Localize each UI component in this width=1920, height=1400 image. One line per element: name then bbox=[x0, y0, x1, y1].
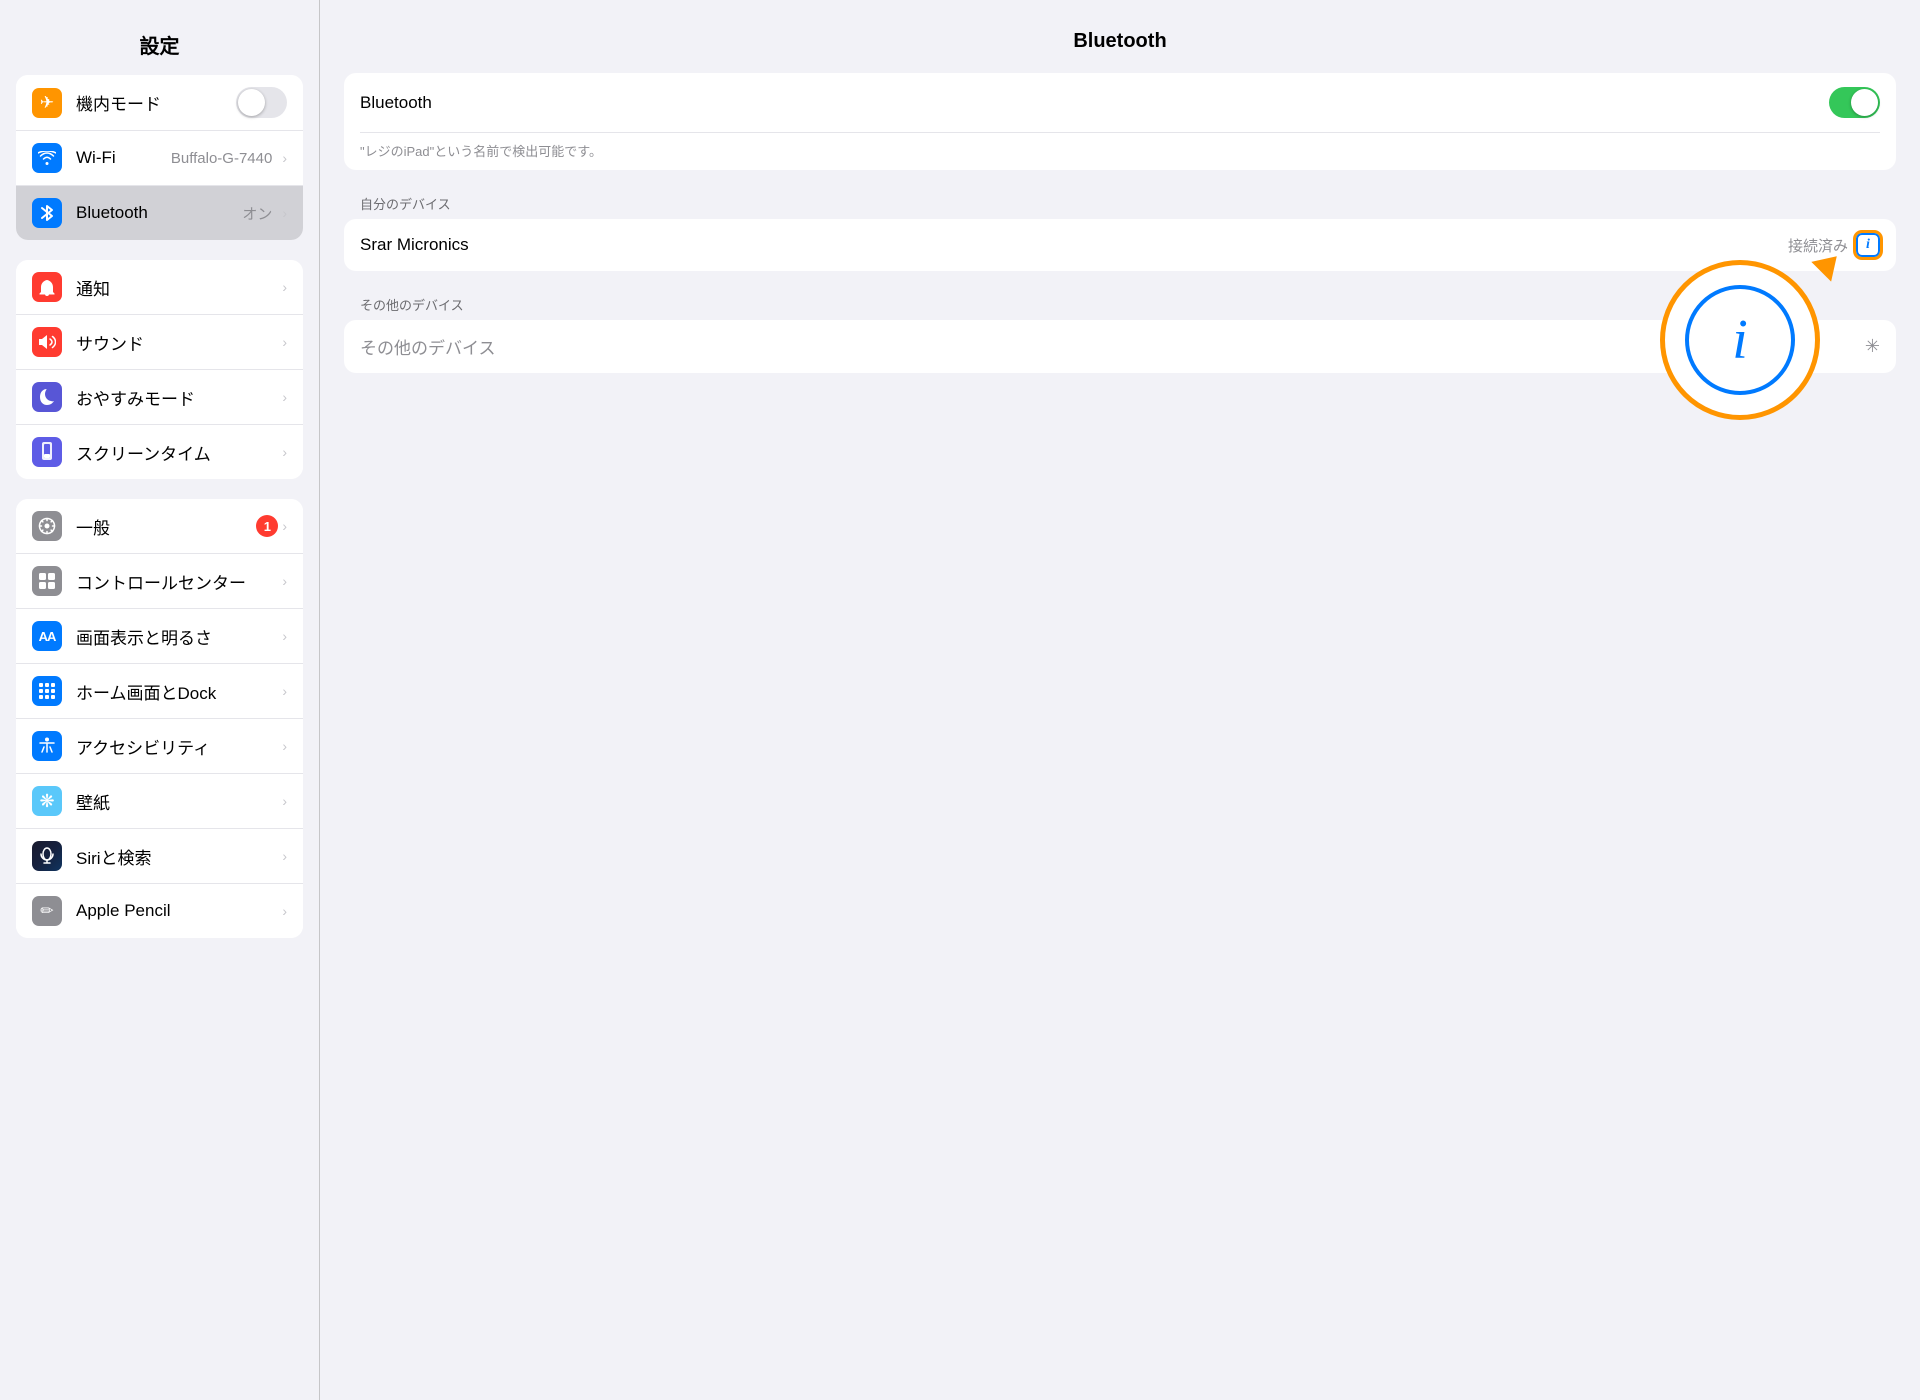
accessibility-icon bbox=[32, 731, 62, 761]
device-status: 接続済み bbox=[1788, 235, 1848, 256]
notifications-label: 通知 bbox=[76, 275, 278, 300]
sidebar-item-siri[interactable]: Siriと検索 › bbox=[16, 829, 303, 884]
applepencil-label: Apple Pencil bbox=[76, 901, 278, 921]
siri-chevron: › bbox=[282, 848, 287, 864]
main-title: Bluetooth bbox=[320, 20, 1920, 73]
sidebar-item-homescreen[interactable]: ホーム画面とDock › bbox=[16, 664, 303, 719]
siri-label: Siriと検索 bbox=[76, 844, 278, 869]
sidebar: 設定 ✈ 機内モード Wi-Fi Buffalo-G-7440 › bbox=[0, 0, 320, 1400]
controlcenter-label: コントロールセンター bbox=[76, 569, 278, 594]
sidebar-item-donotdisturb[interactable]: おやすみモード › bbox=[16, 370, 303, 425]
bluetooth-description: "レジのiPad"という名前で検出可能です。 bbox=[360, 133, 1880, 170]
screentime-chevron: › bbox=[282, 444, 287, 460]
screentime-label: スクリーンタイム bbox=[76, 440, 278, 465]
bluetooth-card: Bluetooth "レジのiPad"という名前で検出可能です。 bbox=[344, 73, 1896, 170]
sidebar-item-controlcenter[interactable]: コントロールセンター › bbox=[16, 554, 303, 609]
applepencil-icon: ✏ bbox=[32, 896, 62, 926]
siri-icon bbox=[32, 841, 62, 871]
airplane-icon: ✈ bbox=[32, 88, 62, 118]
settings-group-general: 一般 1 › コントロールセンター › AA 画面表示と明るさ › bbox=[16, 499, 303, 938]
controlcenter-chevron: › bbox=[282, 573, 287, 589]
airplane-label: 機内モード bbox=[76, 90, 236, 115]
general-badge: 1 bbox=[256, 515, 278, 537]
bluetooth-main-label: Bluetooth bbox=[360, 93, 1829, 113]
settings-group-notifications: 通知 › サウンド › おやすみモード › bbox=[16, 260, 303, 479]
sidebar-item-notifications[interactable]: 通知 › bbox=[16, 260, 303, 315]
wifi-value: Buffalo-G-7440 bbox=[171, 150, 272, 167]
display-label: 画面表示と明るさ bbox=[76, 624, 278, 649]
sounds-label: サウンド bbox=[76, 330, 278, 355]
screentime-icon bbox=[32, 437, 62, 467]
display-icon: AA bbox=[32, 621, 62, 651]
donotdisturb-icon bbox=[32, 382, 62, 412]
wallpaper-chevron: › bbox=[282, 793, 287, 809]
my-devices-header: 自分のデバイス bbox=[344, 178, 1896, 219]
bluetooth-toggle-row: Bluetooth bbox=[360, 73, 1880, 133]
wifi-icon bbox=[32, 143, 62, 173]
notifications-chevron: › bbox=[282, 279, 287, 295]
sounds-chevron: › bbox=[282, 334, 287, 350]
other-devices-card: その他のデバイス ✳ bbox=[344, 320, 1896, 373]
donotdisturb-label: おやすみモード bbox=[76, 385, 278, 410]
homescreen-label: ホーム画面とDock bbox=[76, 679, 278, 704]
wifi-chevron: › bbox=[282, 150, 287, 166]
accessibility-label: アクセシビリティ bbox=[76, 734, 278, 759]
sidebar-item-accessibility[interactable]: アクセシビリティ › bbox=[16, 719, 303, 774]
sidebar-item-screentime[interactable]: スクリーンタイム › bbox=[16, 425, 303, 479]
controlcenter-icon bbox=[32, 566, 62, 596]
sidebar-item-sounds[interactable]: サウンド › bbox=[16, 315, 303, 370]
sidebar-item-applepencil[interactable]: ✏ Apple Pencil › bbox=[16, 884, 303, 938]
general-label: 一般 bbox=[76, 514, 166, 539]
sidebar-item-bluetooth[interactable]: Bluetooth オン › bbox=[16, 186, 303, 240]
device-info-button[interactable]: i bbox=[1856, 233, 1880, 257]
wallpaper-label: 壁紙 bbox=[76, 789, 278, 814]
content-area: Bluetooth "レジのiPad"という名前で検出可能です。 自分のデバイス… bbox=[320, 73, 1920, 1400]
donotdisturb-chevron: › bbox=[282, 389, 287, 405]
airplane-toggle[interactable] bbox=[236, 87, 287, 118]
bluetooth-label: Bluetooth bbox=[76, 203, 242, 223]
device-name: Srar Micronics bbox=[360, 235, 1788, 255]
sidebar-item-wallpaper[interactable]: ❋ 壁紙 › bbox=[16, 774, 303, 829]
notifications-icon bbox=[32, 272, 62, 302]
other-devices-label: その他のデバイス bbox=[360, 334, 1865, 359]
sidebar-item-display[interactable]: AA 画面表示と明るさ › bbox=[16, 609, 303, 664]
main-content: Bluetooth Bluetooth "レジのiPad"という名前で検出可能で… bbox=[320, 0, 1920, 1400]
bluetooth-icon bbox=[32, 198, 62, 228]
general-icon bbox=[32, 511, 62, 541]
device-row-srar[interactable]: Srar Micronics 接続済み i bbox=[344, 219, 1896, 271]
sidebar-item-general[interactable]: 一般 1 › bbox=[16, 499, 303, 554]
homescreen-icon bbox=[32, 676, 62, 706]
general-chevron: › bbox=[282, 518, 287, 534]
bluetooth-value: オン bbox=[242, 203, 272, 224]
display-chevron: › bbox=[282, 628, 287, 644]
loading-spinner: ✳ bbox=[1865, 336, 1880, 357]
other-devices-header: その他のデバイス bbox=[344, 279, 1896, 320]
accessibility-chevron: › bbox=[282, 738, 287, 754]
sidebar-item-wifi[interactable]: Wi-Fi Buffalo-G-7440 › bbox=[16, 131, 303, 186]
applepencil-chevron: › bbox=[282, 903, 287, 919]
wifi-label: Wi-Fi bbox=[76, 148, 171, 168]
my-devices-card: Srar Micronics 接続済み i bbox=[344, 219, 1896, 271]
sidebar-item-airplane[interactable]: ✈ 機内モード bbox=[16, 75, 303, 131]
wallpaper-icon: ❋ bbox=[32, 786, 62, 816]
bluetooth-toggle[interactable] bbox=[1829, 87, 1880, 118]
sidebar-title: 設定 bbox=[0, 20, 319, 75]
other-devices-row: その他のデバイス ✳ bbox=[344, 320, 1896, 373]
bluetooth-chevron: › bbox=[282, 205, 287, 221]
settings-group-connectivity: ✈ 機内モード Wi-Fi Buffalo-G-7440 › bbox=[16, 75, 303, 240]
homescreen-chevron: › bbox=[282, 683, 287, 699]
sounds-icon bbox=[32, 327, 62, 357]
